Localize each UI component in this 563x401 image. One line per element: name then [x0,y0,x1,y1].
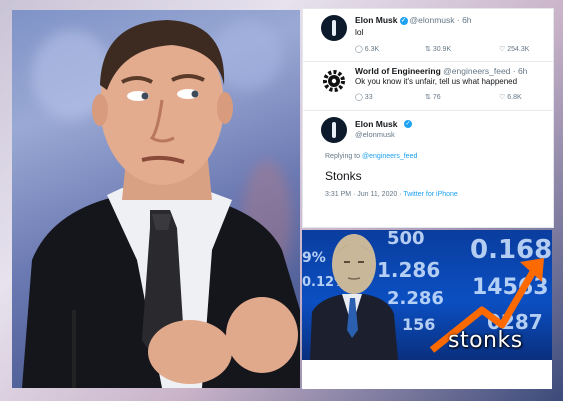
replying-to: Replying to @engineers_feed [325,153,417,160]
tweet-text: Ok you know it's unfair, tell us what ha… [355,77,518,86]
reply-count: 33 [364,94,373,101]
gear-logo-icon[interactable] [321,68,347,94]
reply-icon: ◯ [355,94,363,101]
reply-icon: ◯ [355,46,363,53]
like-action[interactable]: ♡ 6.8K [499,93,522,101]
person-photo [12,10,300,388]
author-handle: @elonmusk · 6h [409,15,472,25]
timestamp: 3:31 PM · Jun 11, 2020 · [325,191,404,198]
tweet-timestamp: 3:31 PM · Jun 11, 2020 · Twitter for iPh… [325,191,458,198]
stonks-meme: 500 9% 1.286 0.168 0.12% 2.286 14563 156… [302,230,552,360]
author-name[interactable]: Elon Musk [355,15,398,25]
like-action[interactable]: ♡ 254.3K [499,45,529,53]
retweet-count: 76 [432,94,441,101]
retweet-action[interactable]: ⇅ 76 [425,93,441,101]
replying-prefix: Replying to [325,153,361,160]
reply-action[interactable]: ◯ 33 [355,93,373,101]
reply-count: 6.3K [364,46,380,53]
retweet-icon: ⇅ [425,46,431,53]
author-name[interactable]: Elon Musk [355,119,398,129]
blank-panel [302,360,552,389]
like-count: 254.3K [507,46,530,53]
tweet-2-author[interactable]: World of Engineering @engineers_feed · 6… [355,66,527,76]
tweet-text: Stonks [325,169,362,183]
tweet-1-author[interactable]: Elon Musk ✓ @elonmusk · 6h [355,15,472,25]
avatar-rocket-icon[interactable] [321,117,347,143]
heart-icon: ♡ [499,94,506,101]
avatar-rocket-icon[interactable] [321,15,347,41]
reply-action[interactable]: ◯ 6.3K [355,45,379,53]
tweets-panel: Elon Musk ✓ @elonmusk · 6h lol ◯ 6.3K ⇅ 30… [302,8,554,228]
verified-badge-icon: ✓ [404,120,412,128]
replying-to-handle[interactable]: @engineers_feed [362,153,417,160]
author-name[interactable]: World of Engineering [355,66,441,76]
tweet-text: lol [355,27,364,37]
like-count: 6.8K [507,94,522,101]
author-handle: @elonmusk [355,130,395,139]
tweet-1[interactable]: Elon Musk ✓ @elonmusk · 6h lol ◯ 6.3K ⇅ 30… [303,9,553,62]
person-illustration [22,20,300,388]
tweet-3[interactable]: Elon Musk ✓ @elonmusk Replying to @engin… [303,111,553,227]
retweet-count: 30.9K [432,46,452,53]
verified-badge-icon: ✓ [399,16,408,25]
client-link[interactable]: Twitter for iPhone [403,191,457,198]
retweet-action[interactable]: ⇅ 30.9K [425,45,451,53]
stonks-caption: stonks [448,328,523,353]
tweet-2[interactable]: World of Engineering @engineers_feed · 6… [303,62,553,111]
retweet-icon: ⇅ [425,94,431,101]
heart-icon: ♡ [499,46,506,53]
author-handle: @engineers_feed · 6h [443,66,528,76]
